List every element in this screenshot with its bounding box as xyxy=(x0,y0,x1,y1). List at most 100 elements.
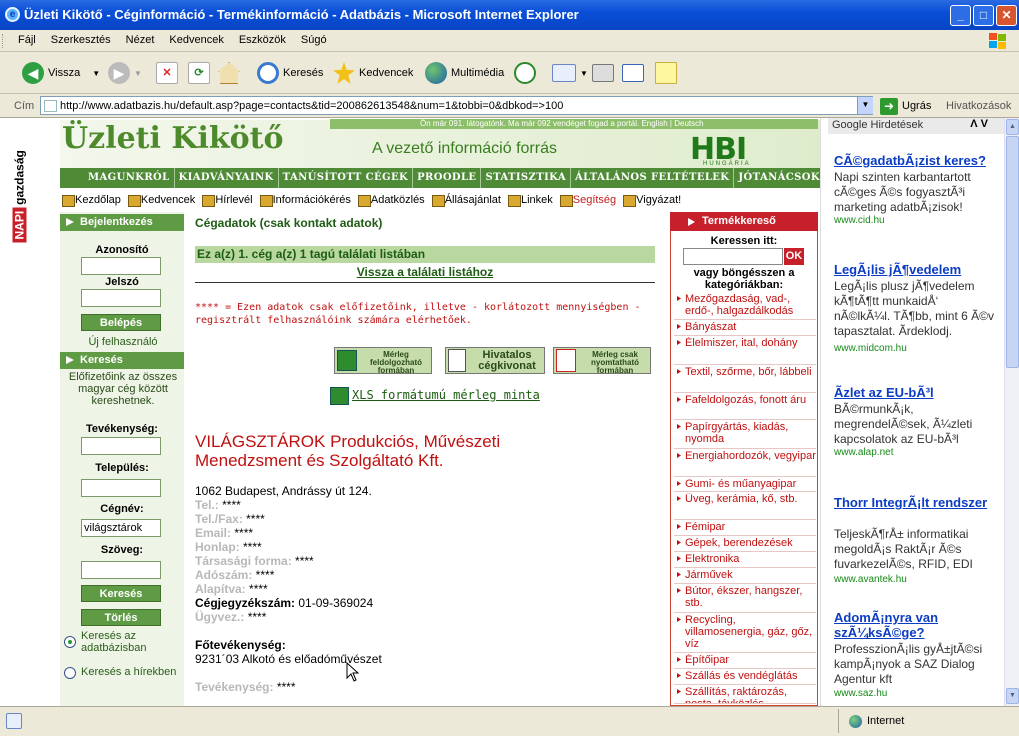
radio-news[interactable] xyxy=(64,667,76,679)
mail-dropdown-icon[interactable]: ▼ xyxy=(580,69,588,78)
category-item[interactable]: Építőipar xyxy=(674,654,816,669)
category-item[interactable]: Üveg, kerámia, kő, stb. xyxy=(674,493,816,520)
xls-sample-link[interactable]: XLS formátumú mérleg minta xyxy=(330,387,540,405)
media-button[interactable]: Multimédia xyxy=(425,60,504,86)
nav-proodle[interactable]: PROODLE xyxy=(413,168,482,188)
ad-url[interactable]: www.avantek.hu xyxy=(834,574,907,585)
clear-button[interactable]: Törlés xyxy=(81,609,161,626)
menu-view[interactable]: Nézet xyxy=(118,30,162,46)
mail-button[interactable]: ▼ xyxy=(552,60,588,86)
ad-url[interactable]: www.saz.hu xyxy=(834,688,887,699)
refresh-button[interactable]: ⟳ xyxy=(188,60,214,86)
subnav-info-request[interactable]: Információkérés xyxy=(258,194,351,207)
subnav-favorites[interactable]: Kedvencek xyxy=(126,194,195,207)
ad-title-link[interactable]: LegÃ¡lis jÃ¶vedelem xyxy=(834,262,994,277)
site-logo[interactable]: Üzleti Kikötő xyxy=(62,121,284,156)
menu-file[interactable]: Fájl xyxy=(10,30,43,46)
napi-gazdasag-logo[interactable]: NAPI gazdaság xyxy=(6,122,28,262)
ad-title-link[interactable]: Ãzlet az EU-bÃ³l xyxy=(834,385,994,400)
address-input[interactable]: http://www.adatbazis.hu/default.asp?page… xyxy=(40,96,873,115)
ad-title-link[interactable]: Thorr IntegrÃ¡lt rendszer xyxy=(834,495,994,510)
category-item[interactable]: Szállítás, raktározás, posta, távközlés xyxy=(674,686,816,704)
radio-database[interactable] xyxy=(64,636,76,648)
favorites-button[interactable]: Kedvencek xyxy=(333,60,413,86)
links-toolbar[interactable]: Hivatkozások xyxy=(946,100,1011,112)
nav-certified[interactable]: TANÚSÍTOTT CÉGEK xyxy=(279,168,414,188)
ad-url[interactable]: www.midcom.hu xyxy=(834,343,907,354)
menu-tools[interactable]: Eszközök xyxy=(231,30,293,46)
ad-url[interactable]: www.alap.net xyxy=(834,447,893,458)
subnav-help[interactable]: Segítség xyxy=(558,194,616,207)
scroll-thumb[interactable] xyxy=(1006,136,1019,368)
balance-editable-button[interactable]: Mérleg feldolgozható formában xyxy=(334,347,432,375)
home-button[interactable] xyxy=(218,60,244,86)
category-item[interactable]: Bányászat xyxy=(674,321,816,336)
category-item[interactable]: Élelmiszer, ital, dohány xyxy=(674,337,816,365)
category-item[interactable]: Papírgyártás, kiadás, nyomda xyxy=(674,421,816,449)
ad-title-link[interactable]: CÃ©gadatbÃ¡zist keres? xyxy=(834,153,994,168)
nav-publications[interactable]: KIADVÁNYAINK xyxy=(175,168,279,188)
history-button[interactable] xyxy=(514,60,540,86)
minimize-button[interactable]: _ xyxy=(950,5,971,26)
company-name-input[interactable]: világsztárok xyxy=(81,519,161,537)
search-submit-button[interactable]: Keresés xyxy=(81,585,161,602)
new-user-link[interactable]: Új felhasználó xyxy=(64,336,182,348)
text-input[interactable] xyxy=(81,561,161,579)
category-item[interactable]: Járművek xyxy=(674,569,816,584)
subnav-jobs[interactable]: Állásajánlat xyxy=(430,194,501,207)
password-input[interactable] xyxy=(81,289,161,307)
product-search-header: Termékkereső xyxy=(670,212,818,231)
company-extract-button[interactable]: Hivatalos cégkivonat xyxy=(445,347,545,374)
close-button[interactable]: ✕ xyxy=(996,5,1017,26)
notes-button[interactable] xyxy=(655,60,681,86)
category-item[interactable]: Szállás és vendéglátás xyxy=(674,670,816,685)
id-input[interactable] xyxy=(81,257,161,275)
activity-input[interactable] xyxy=(81,437,161,455)
menu-favorites[interactable]: Kedvencek xyxy=(161,30,230,46)
ads-nav-arrows[interactable]: Λ V xyxy=(970,118,988,130)
category-item[interactable]: Recycling, villamosenergia, gáz, gőz, ví… xyxy=(674,614,816,653)
stop-button[interactable]: ✕ xyxy=(156,60,182,86)
category-item[interactable]: Gumi- és műanyagipar xyxy=(674,478,816,492)
nav-statistics[interactable]: STATISZTIKA xyxy=(481,168,572,188)
back-to-results-link[interactable]: Vissza a találati listához xyxy=(195,265,655,279)
edit-button[interactable] xyxy=(622,60,648,86)
scroll-up-icon[interactable]: ▲ xyxy=(1006,119,1019,135)
forward-button[interactable]: ▶ ▼ xyxy=(108,60,142,86)
go-button[interactable]: ➜ Ugrás xyxy=(880,97,931,115)
menu-help[interactable]: Súgó xyxy=(293,30,334,46)
nav-terms[interactable]: ÁLTALÁNOS FELTÉTELEK xyxy=(571,168,735,188)
vertical-scrollbar[interactable]: ▲ ▼ xyxy=(1004,118,1019,706)
category-item[interactable]: Bútor, ékszer, hangszer, stb. xyxy=(674,585,816,613)
category-item[interactable]: Gépek, berendezések xyxy=(674,537,816,552)
back-dropdown-icon[interactable]: ▼ xyxy=(92,69,100,78)
scroll-down-icon[interactable]: ▼ xyxy=(1006,688,1019,704)
print-button[interactable] xyxy=(592,60,618,86)
category-item[interactable]: Mezőgazdaság, vad-, erdő-, halgazdálkodá… xyxy=(674,293,816,320)
category-item[interactable]: Energiahordozók, vegyipar xyxy=(674,450,816,477)
product-search-input[interactable] xyxy=(683,248,783,265)
subnav-home[interactable]: Kezdőlap xyxy=(60,194,121,207)
subnav-links[interactable]: Linkek xyxy=(506,194,553,207)
nav-tips[interactable]: JÓTANÁCSOK xyxy=(734,168,825,188)
back-button[interactable]: ◀ Vissza ▼ xyxy=(22,60,100,86)
product-ok-button[interactable]: OK xyxy=(784,248,804,265)
category-item[interactable]: Elektronika xyxy=(674,553,816,568)
menu-edit[interactable]: Szerkesztés xyxy=(43,30,118,46)
ad-title-link[interactable]: AdomÃ¡nyra van szÃ¼ksÃ©ge? xyxy=(834,610,994,640)
search-button[interactable]: Keresés xyxy=(257,60,323,86)
category-item[interactable]: Fafeldolgozás, fonott áru xyxy=(674,394,816,420)
subnav-warning[interactable]: Vigyázat! xyxy=(621,194,681,207)
category-item[interactable]: Fémipar xyxy=(674,521,816,536)
ad-url[interactable]: www.cid.hu xyxy=(834,215,885,226)
nav-about[interactable]: MAGUNKRÓL xyxy=(60,168,175,188)
subnav-data-submit[interactable]: Adatközlés xyxy=(356,194,425,207)
subnav-newsletter[interactable]: Hírlevél xyxy=(200,194,253,207)
balance-print-button[interactable]: Mérleg csak nyomtatható formában xyxy=(553,347,651,375)
field-row: Email: **** xyxy=(195,526,253,540)
address-dropdown-icon[interactable]: ▼ xyxy=(857,97,873,114)
maximize-button[interactable]: □ xyxy=(973,5,994,26)
login-button[interactable]: Belépés xyxy=(81,314,161,331)
town-input[interactable] xyxy=(81,479,161,497)
category-item[interactable]: Textil, szőrme, bőr, lábbeli xyxy=(674,366,816,393)
